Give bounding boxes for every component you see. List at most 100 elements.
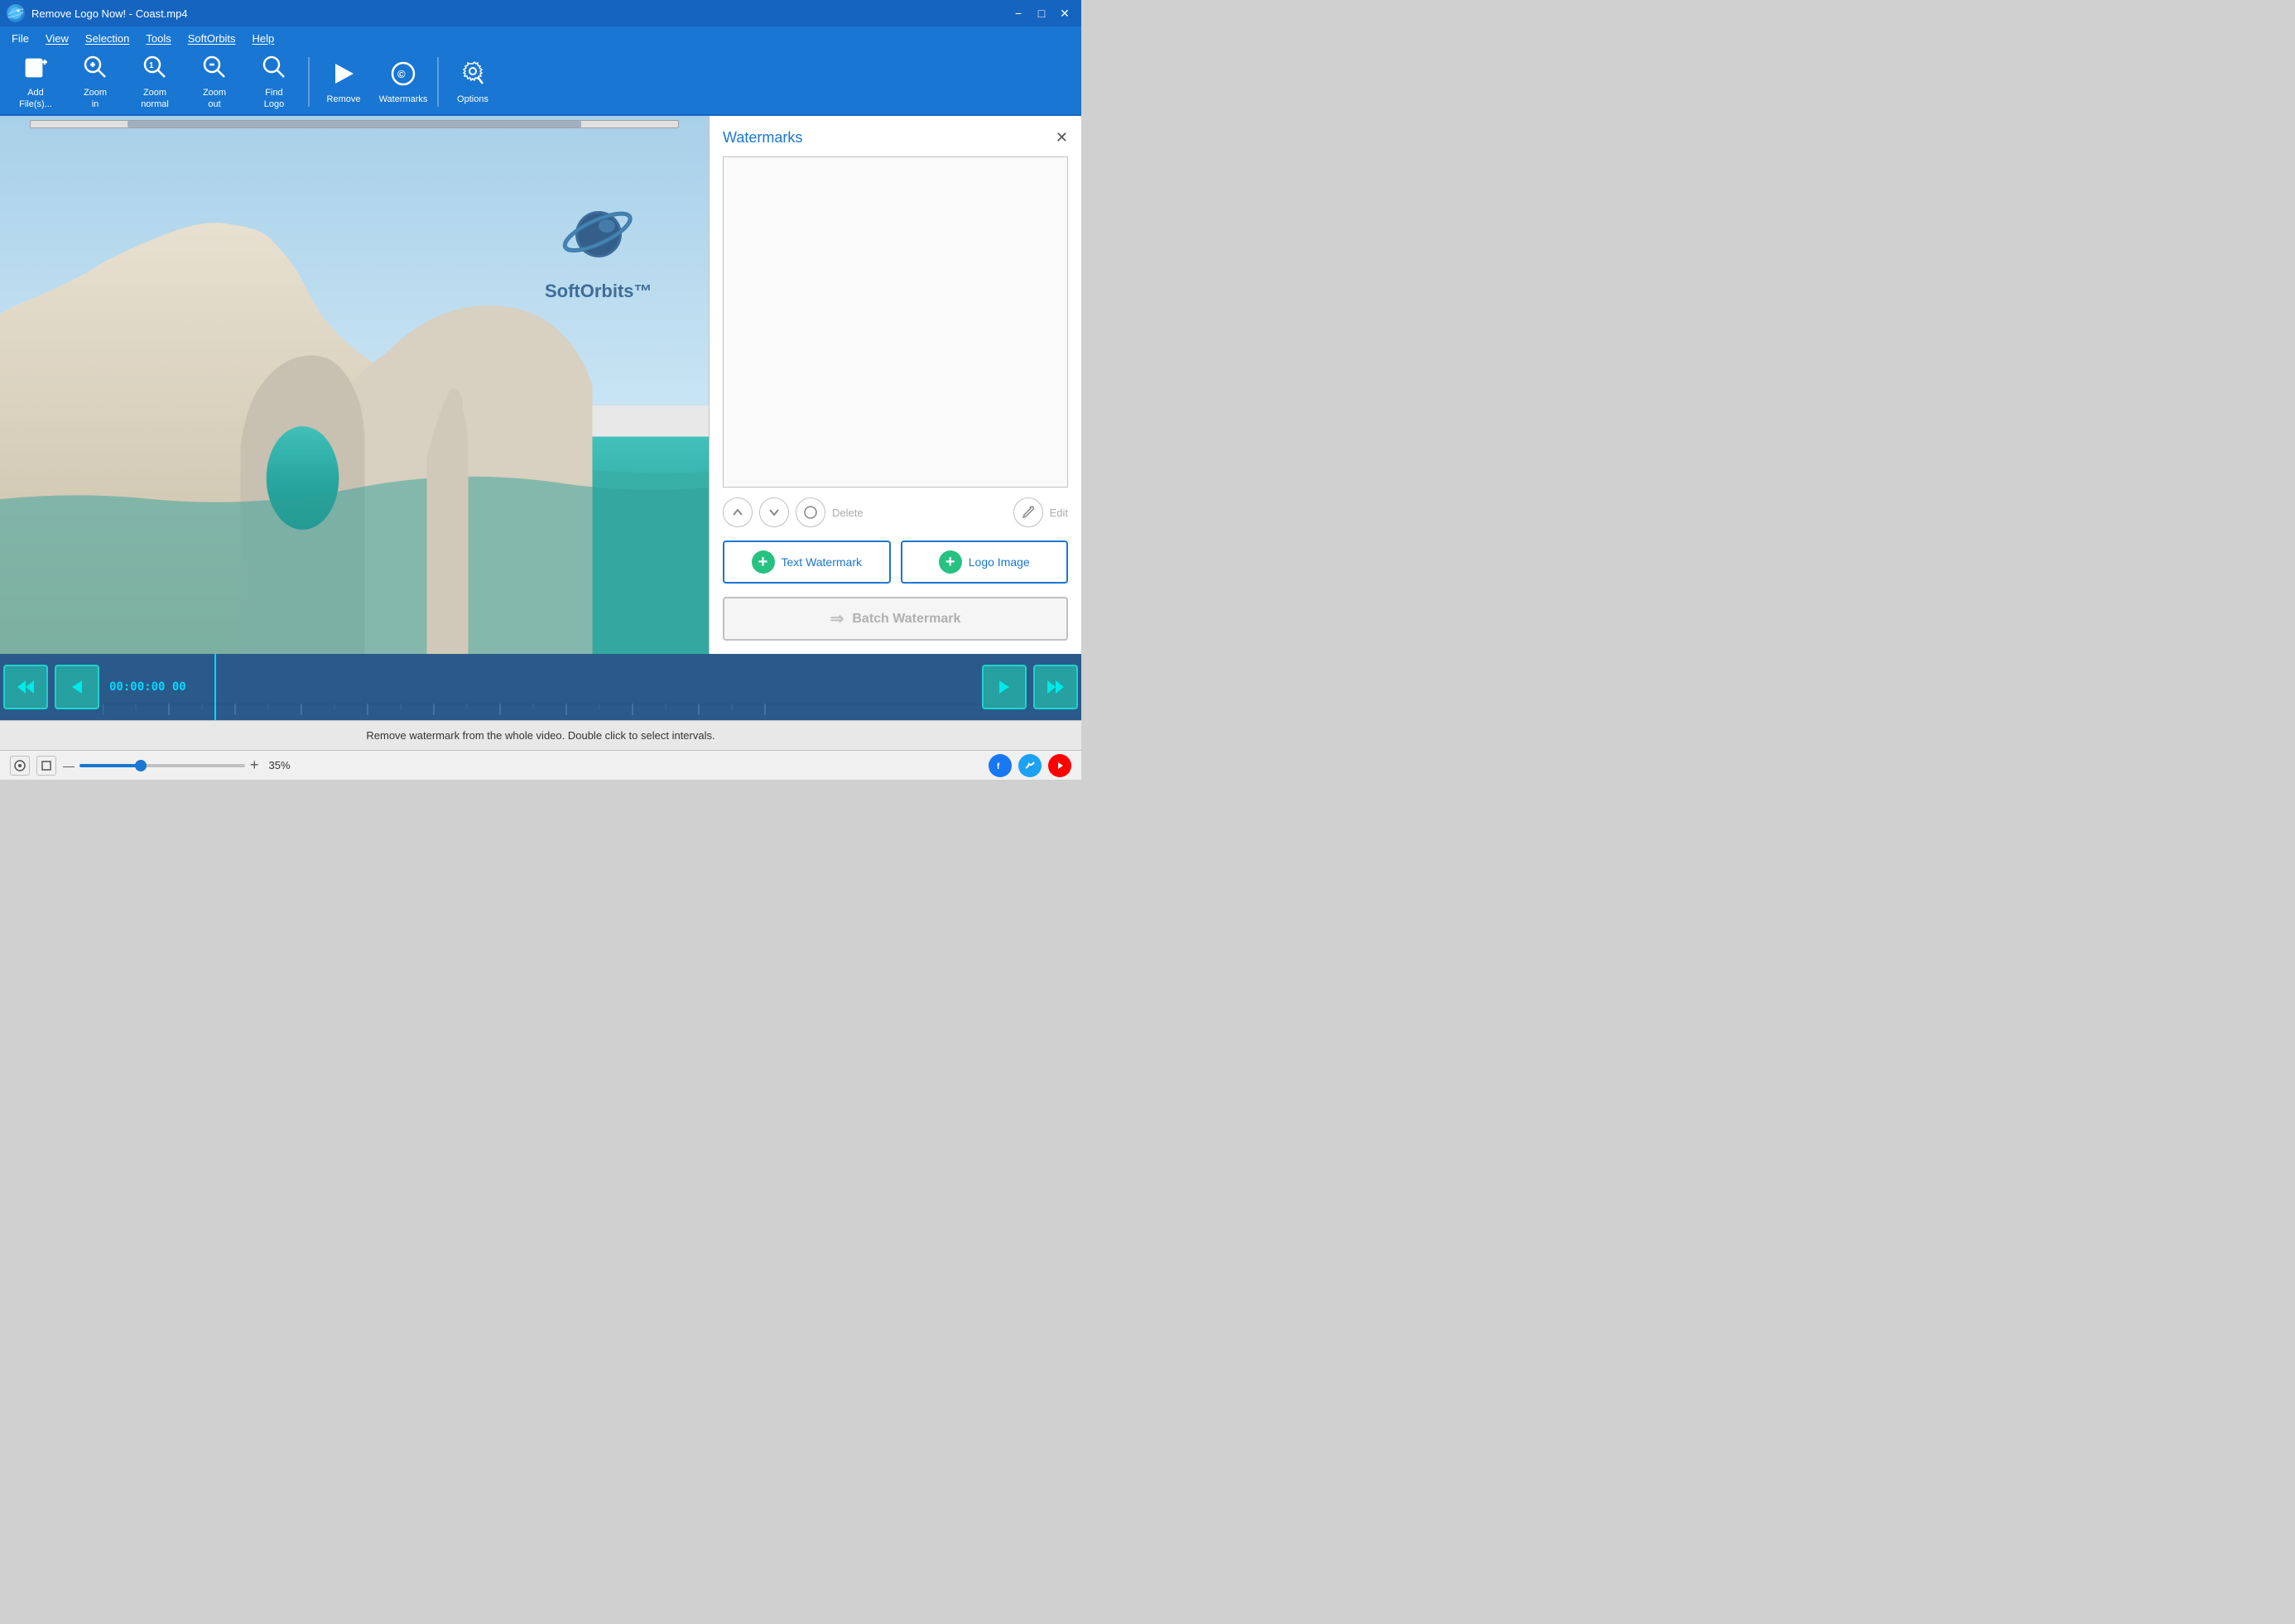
zoom-in-icon [82, 54, 108, 84]
title-bar: Remove Logo Now! - Coast.mp4 − □ ✕ [0, 0, 1081, 26]
svg-text:1: 1 [149, 61, 154, 70]
app-logo-icon [7, 4, 25, 22]
watermarks-icon: © [390, 60, 416, 91]
chevron-down-icon [767, 506, 781, 519]
find-logo-label: FindLogo [264, 88, 284, 109]
scrollbar-thumb[interactable] [128, 121, 581, 127]
chevron-up-icon [731, 506, 744, 519]
rewind-button[interactable] [3, 665, 48, 709]
zoom-out-icon [201, 54, 228, 84]
close-button[interactable]: ✕ [1055, 3, 1075, 23]
watermarks-label: Watermarks [379, 94, 428, 104]
panel-close-button[interactable]: ✕ [1056, 129, 1068, 147]
options-button[interactable]: Options [444, 52, 502, 112]
crop-tool-button[interactable] [36, 756, 56, 776]
youtube-icon[interactable] [1048, 754, 1071, 777]
find-logo-button[interactable]: FindLogo [245, 52, 303, 112]
menu-softorbits[interactable]: SoftOrbits [180, 29, 244, 48]
timeline-ruler [103, 704, 979, 720]
remove-circle-icon [804, 506, 817, 519]
minimize-button[interactable]: − [1008, 3, 1028, 23]
remove-play-icon [330, 60, 357, 91]
batch-watermark-label: Batch Watermark [852, 612, 960, 627]
options-label: Options [457, 94, 488, 104]
softorbits-brand-text: SoftOrbits™ [545, 281, 652, 302]
move-up-button[interactable] [723, 497, 753, 527]
next-frame-icon [994, 677, 1014, 697]
status-bar: Remove watermark from the whole video. D… [0, 720, 1081, 750]
toolbar-separator-1 [308, 57, 310, 107]
zoom-normal-icon: 1 [142, 54, 168, 84]
fast-forward-icon [1046, 677, 1066, 697]
zoom-in-button[interactable]: Zoomin [66, 52, 124, 112]
add-logo-image-button[interactable]: + Logo Image [901, 541, 1069, 584]
watermark-list [723, 156, 1068, 488]
options-icon [459, 60, 486, 91]
menu-selection[interactable]: Selection [77, 29, 137, 48]
panel-title: Watermarks [723, 129, 802, 147]
timeline-time: 00:00:00 00 [103, 677, 979, 697]
youtube-svg-icon [1054, 760, 1066, 771]
maximize-button[interactable]: □ [1032, 3, 1051, 23]
fast-forward-button[interactable] [1033, 665, 1078, 709]
toolbar: AddFile(s)... Zoomin 1 Zoomnormal [0, 50, 1081, 116]
svg-text:f: f [997, 762, 1000, 771]
zoom-out-button[interactable]: Zoomout [185, 52, 243, 112]
bottom-toolbar: — + 35% f [0, 750, 1081, 780]
zoom-plus-button[interactable]: + [250, 757, 259, 774]
video-frame: SoftOrbits™ [0, 116, 709, 654]
move-down-button[interactable] [759, 497, 789, 527]
delete-label[interactable]: Delete [832, 507, 864, 519]
add-text-wm-icon: + [752, 550, 775, 574]
add-files-button[interactable]: AddFile(s)... [7, 52, 65, 112]
facebook-svg-icon: f [994, 760, 1006, 771]
facebook-icon[interactable]: f [989, 754, 1012, 777]
batch-arrow-icon: ⇒ [830, 608, 844, 629]
find-logo-icon [261, 54, 287, 84]
watermark-controls: Delete Edit [723, 497, 1068, 527]
batch-watermark-button[interactable]: ⇒ Batch Watermark [723, 597, 1068, 641]
social-icons: f [989, 754, 1071, 777]
zoom-controls: — + [63, 757, 259, 774]
remove-button[interactable]: Remove [315, 52, 373, 112]
selection-tool-button[interactable] [10, 756, 30, 776]
toolbar-separator-2 [437, 57, 439, 107]
add-files-label: AddFile(s)... [19, 88, 52, 109]
zoom-slider-thumb[interactable] [135, 760, 147, 771]
remove-label: Remove [327, 94, 361, 104]
video-area: SoftOrbits™ ◀ ▶ [0, 116, 709, 654]
twitter-icon[interactable] [1018, 754, 1042, 777]
zoom-minus-button[interactable]: — [63, 759, 75, 772]
playhead[interactable] [214, 654, 216, 720]
menu-help[interactable]: Help [244, 29, 283, 48]
scrollbar-track[interactable] [30, 120, 680, 128]
edit-label[interactable]: Edit [1050, 507, 1068, 519]
zoom-in-label: Zoomin [84, 88, 107, 109]
svg-text:©: © [397, 68, 406, 80]
zoom-normal-button[interactable]: 1 Zoomnormal [126, 52, 184, 112]
rewind-icon [16, 677, 36, 697]
remove-item-button[interactable] [796, 497, 825, 527]
watermarks-panel: Watermarks ✕ Delete [709, 116, 1081, 654]
add-text-watermark-button[interactable]: + Text Watermark [723, 541, 891, 584]
crop-icon [41, 760, 52, 771]
menu-file[interactable]: File [3, 29, 37, 48]
menu-bar: File View Selection Tools SoftOrbits Hel… [0, 26, 1081, 50]
zoom-normal-label: Zoomnormal [141, 88, 169, 109]
edit-item-button[interactable] [1013, 497, 1043, 527]
add-files-icon [22, 54, 49, 84]
timeline-area: 00:00:00 00 [0, 654, 1081, 720]
next-frame-button[interactable] [982, 665, 1027, 709]
text-watermark-label: Text Watermark [782, 555, 863, 569]
panel-header: Watermarks ✕ [723, 129, 1068, 147]
prev-frame-button[interactable] [55, 665, 99, 709]
watermark-add-buttons: + Text Watermark + Logo Image [723, 541, 1068, 584]
title-bar-left: Remove Logo Now! - Coast.mp4 [7, 4, 188, 22]
menu-tools[interactable]: Tools [137, 29, 179, 48]
watermarks-button[interactable]: © Watermarks [374, 52, 432, 112]
window-title: Remove Logo Now! - Coast.mp4 [31, 7, 188, 20]
timeline-track: 00:00:00 00 [103, 654, 979, 720]
wrench-icon [1022, 506, 1035, 519]
zoom-slider[interactable] [79, 764, 245, 767]
menu-view[interactable]: View [37, 29, 77, 48]
